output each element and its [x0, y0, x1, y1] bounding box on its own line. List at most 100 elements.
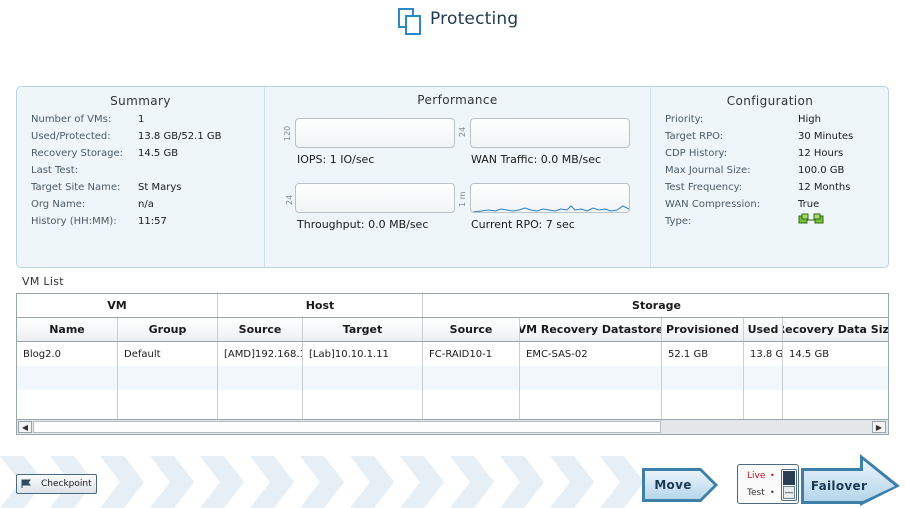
checkpoint-button[interactable]: Checkpoint	[16, 474, 97, 494]
summary-row: Target Site Name: St Marys	[31, 179, 260, 196]
throughput-axis-label: 24	[285, 194, 294, 205]
wan-traffic-graph	[470, 118, 630, 148]
live-indicator-dot-icon: •	[770, 471, 775, 480]
scroll-right-arrow-icon[interactable]: ▶	[872, 421, 886, 433]
page-header: Protecting	[0, 0, 905, 40]
cell-storage-source: FC-RAID10-1	[423, 342, 520, 366]
iops-axis-label: 120	[283, 125, 292, 141]
config-label: Target RPO:	[665, 131, 724, 142]
rpo-axis-label: 1 m	[458, 191, 467, 207]
col-header-name[interactable]: Name	[17, 318, 118, 341]
summary-label: Used/Protected:	[31, 131, 111, 142]
config-value: True	[798, 199, 820, 210]
col-header-host-target[interactable]: Target	[303, 318, 423, 341]
cell-group: Default	[118, 342, 218, 366]
summary-row: Recovery Storage: 14.5 GB	[31, 145, 260, 162]
iops-graph	[295, 118, 455, 148]
wan-traffic-label: WAN Traffic: 0.0 MB/sec	[471, 153, 602, 166]
summary-value: 11:57	[138, 216, 167, 227]
checkpoint-flag-icon	[21, 479, 32, 488]
live-test-toggle[interactable]: Live • Test • —	[737, 464, 799, 504]
table-row[interactable]: Blog2.0 Default [AMD]192.168.1 [Lab]10.1…	[17, 342, 888, 366]
summary-row: Number of VMs: 1	[31, 111, 260, 128]
summary-value: 1	[138, 114, 145, 125]
configuration-title: Configuration	[726, 94, 814, 108]
toggle-switch[interactable]: —	[781, 469, 797, 501]
config-row: Priority: High	[665, 111, 885, 128]
performance-title: Performance	[417, 93, 498, 107]
summary-label: Last Test:	[31, 165, 79, 176]
action-bar: Checkpoint Move Live • Test • — Failover	[0, 450, 905, 508]
summary-label: Number of VMs:	[31, 114, 112, 125]
cell-name: Blog2.0	[17, 342, 118, 366]
table-row-empty	[17, 390, 888, 419]
col-header-storage-source[interactable]: Source	[423, 318, 520, 341]
info-panel: Summary Number of VMs: 1 Used/Protected: 1…	[16, 86, 889, 268]
config-label: Max Journal Size:	[665, 165, 751, 176]
performance-section: Performance 120 IOPS: 1 IO/sec 24 WAN Tr…	[265, 87, 651, 267]
col-header-group[interactable]: Group	[118, 318, 218, 341]
col-header-recovery-data-size[interactable]: Recovery Data Size	[783, 318, 888, 341]
test-indicator-dot-icon: •	[770, 488, 775, 497]
summary-label: History (HH:MM):	[31, 216, 117, 227]
configuration-section: Configuration Priority: High Target RPO: 3…	[651, 87, 889, 267]
config-value	[798, 213, 824, 231]
col-header-used[interactable]: Used	[744, 318, 783, 341]
cell-recovery-datastore: EMC-SAS-02	[520, 342, 662, 366]
summary-value: St Marys	[138, 182, 182, 193]
toggle-knob[interactable]: —	[783, 486, 795, 499]
failover-label: Failover	[810, 479, 868, 493]
group-header-host: Host	[218, 294, 423, 317]
summary-row: Org Name: n/a	[31, 196, 260, 213]
summary-title: Summary	[110, 94, 171, 108]
scrollbar-thumb[interactable]	[33, 421, 661, 433]
col-header-provisioned[interactable]: Provisioned	[662, 318, 744, 341]
failover-button[interactable]: Failover	[800, 452, 902, 508]
move-button[interactable]: Move	[641, 464, 721, 506]
live-option-label: Live	[747, 471, 766, 481]
throughput-graph	[295, 183, 455, 213]
test-option-label: Test	[747, 488, 765, 498]
wan-axis-label: 24	[458, 126, 467, 137]
summary-list: Number of VMs: 1 Used/Protected: 13.8 GB/5…	[31, 111, 260, 230]
summary-row: Used/Protected: 13.8 GB/52.1 GB	[31, 128, 260, 145]
config-label: Test Frequency:	[665, 182, 743, 193]
cell-recovery-data-size: 14.5 GB	[789, 348, 830, 360]
cell-used: 13.8 GB	[744, 342, 783, 366]
config-row: Test Frequency: 12 Months	[665, 179, 885, 196]
cell-host-source: [AMD]192.168.1	[218, 342, 303, 366]
rpo-label: Current RPO: 7 sec	[471, 218, 575, 231]
summary-label: Recovery Storage:	[31, 148, 124, 159]
configuration-list: Priority: High Target RPO: 30 Minutes CDP …	[665, 111, 885, 231]
iops-label: IOPS: 1 IO/sec	[297, 153, 375, 166]
summary-value: n/a	[138, 199, 154, 210]
config-row: CDP History: 12 Hours	[665, 145, 885, 162]
cell-provisioned: 52.1 GB	[662, 342, 744, 366]
column-header-row: Name Group Source Target Source VM Recov…	[17, 318, 888, 342]
remote-type-icon	[798, 213, 824, 224]
vm-list-title: VM List	[22, 275, 64, 288]
column-group-row: VM Host Storage	[17, 294, 888, 318]
col-header-host-source[interactable]: Source	[218, 318, 303, 341]
summary-row: Last Test:	[31, 162, 260, 179]
table-row-empty	[17, 366, 888, 390]
config-value: High	[798, 114, 821, 125]
config-value: 30 Minutes	[798, 131, 854, 142]
summary-row: History (HH:MM): 11:57	[31, 213, 260, 230]
horizontal-scrollbar[interactable]: ◀ ▶	[17, 419, 888, 434]
rpo-sparkline	[472, 205, 629, 212]
scroll-left-arrow-icon[interactable]: ◀	[18, 421, 32, 433]
summary-value: 13.8 GB/52.1 GB	[138, 131, 222, 142]
group-header-storage: Storage	[632, 299, 681, 312]
config-label: Priority:	[665, 114, 704, 125]
config-row: Max Journal Size: 100.0 GB	[665, 162, 885, 179]
checkpoint-label: Checkpoint	[41, 479, 92, 489]
cell-host-target: [Lab]10.10.1.11	[303, 342, 423, 366]
throughput-label: Throughput: 0.0 MB/sec	[297, 218, 429, 231]
config-label: Type:	[665, 216, 692, 227]
config-row: Type:	[665, 213, 885, 231]
col-header-recovery-datastore[interactable]: VM Recovery Datastore	[520, 318, 662, 341]
page-title: Protecting	[430, 9, 519, 29]
rpo-graph	[470, 183, 630, 213]
config-label: CDP History:	[665, 148, 728, 159]
